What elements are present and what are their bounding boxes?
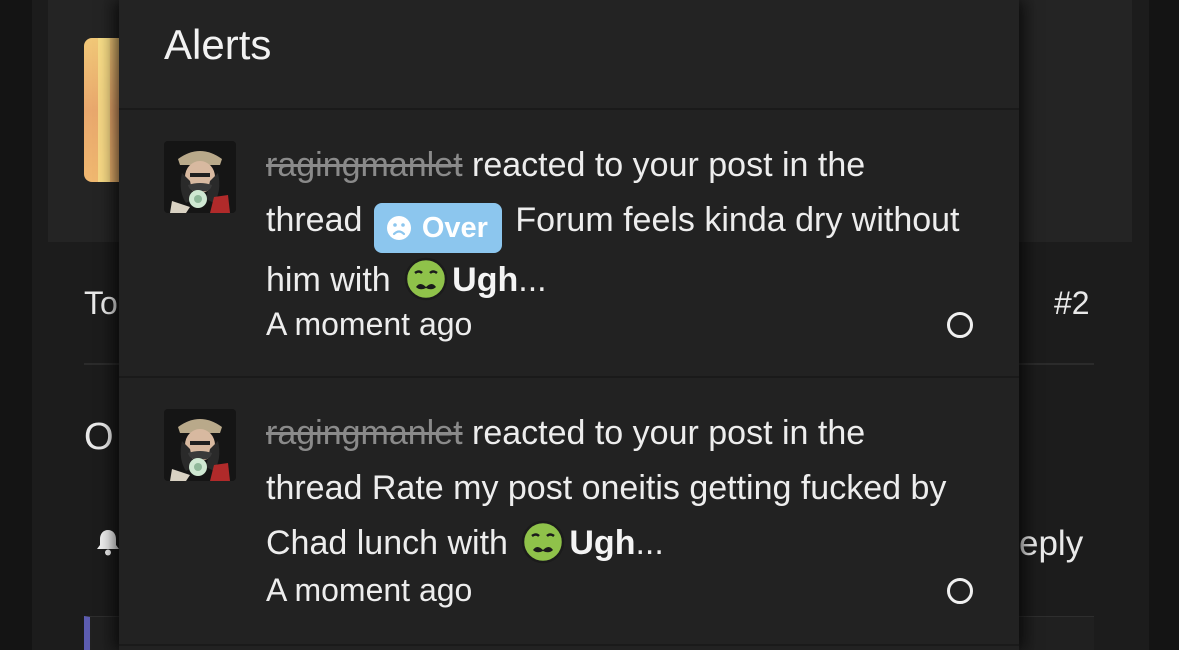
nauseated-face-icon [404,257,448,301]
thread-prefix-badge[interactable]: Over [373,203,502,253]
reaction-ellipsis: ... [635,524,664,562]
alert-item[interactable]: ragingmanlet reacted to your post in the… [119,378,1019,646]
alert-username[interactable]: ragingmanlet [266,146,463,184]
reaction-ellipsis: ... [518,261,547,299]
circle-outline-icon[interactable] [947,312,973,338]
alert-text: ragingmanlet reacted to your post in the… [266,138,966,308]
left-gutter [0,0,32,650]
alert-text: ragingmanlet reacted to your post in the… [266,406,966,571]
alert-time: A moment ago [266,306,473,342]
reply-button[interactable]: eply [1019,526,1083,561]
alert-with-text: with [320,261,401,299]
avatar[interactable] [164,141,236,213]
alerts-popup: Alerts ragingmanlet reacted to your post… [119,0,1019,650]
post-number-link[interactable]: #2 [1054,287,1090,319]
page: To #2 O eply Alerts ragingmanlet reacted… [0,0,1179,650]
alert-username[interactable]: ragingmanlet [266,414,463,452]
frown-face-icon [386,216,411,240]
alerts-header: Alerts [119,0,1019,110]
avatar[interactable] [164,409,236,481]
alerts-title: Alerts [164,21,272,68]
circle-outline-icon[interactable] [947,578,973,604]
nauseated-face-icon [522,520,565,564]
alert-with-text: with [438,524,518,562]
alert-item[interactable]: ragingmanlet reacted to your post in the… [119,110,1019,378]
alert-time: A moment ago [266,572,473,608]
post-body-text: O [84,416,114,458]
reaction-name: Ugh [569,524,636,562]
post-author-label: To [84,285,118,321]
thread-prefix-label: Over [421,212,488,244]
avatar-image [164,409,236,481]
bell-icon[interactable] [95,528,121,556]
right-gutter [1149,0,1179,650]
reaction-name: Ugh [452,261,519,299]
avatar-image [164,141,236,213]
